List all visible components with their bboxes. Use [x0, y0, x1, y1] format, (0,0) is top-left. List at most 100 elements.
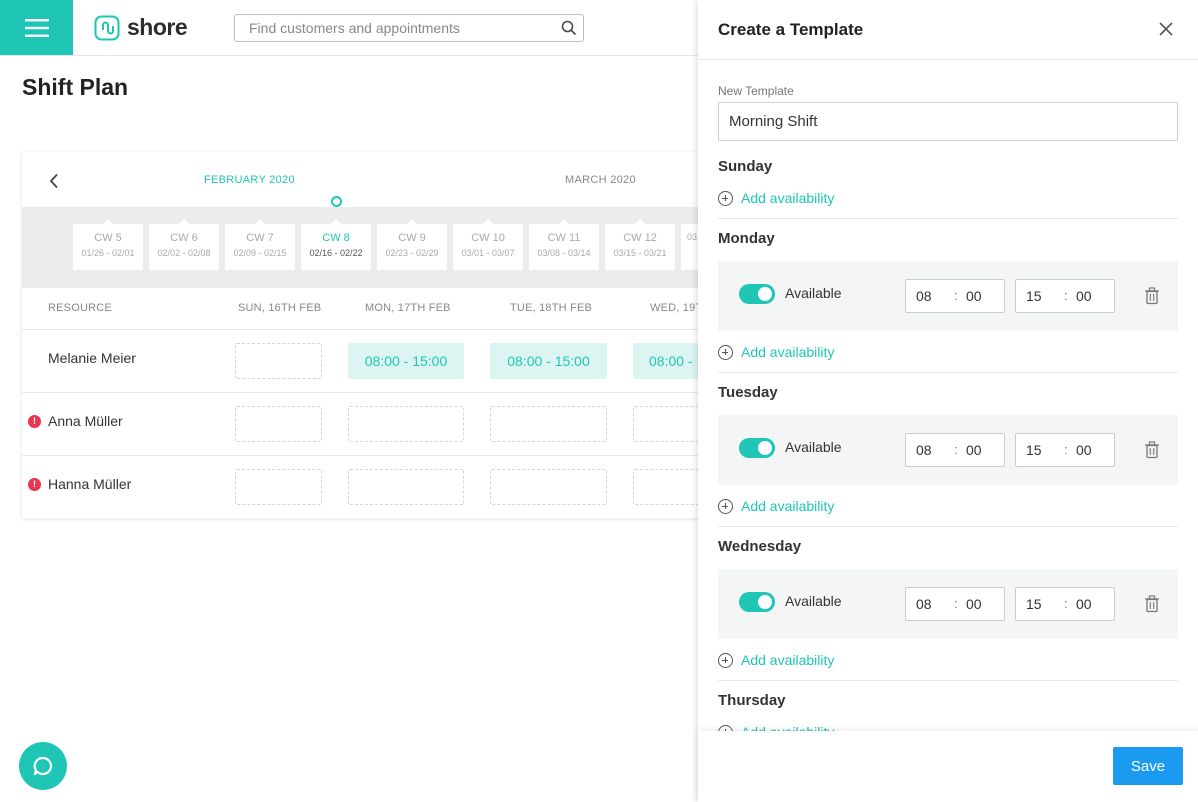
search-input[interactable]: [235, 15, 555, 41]
column-header-mon: MON, 17TH FEB: [365, 302, 451, 314]
template-name-input[interactable]: [718, 102, 1178, 141]
shift-slot[interactable]: [490, 406, 607, 442]
shift-slot[interactable]: 08:00 - 15:00: [348, 343, 464, 379]
week-chip-cw7[interactable]: CW 7 02/09 - 02/15: [225, 219, 295, 270]
end-hour-input[interactable]: [1026, 588, 1056, 620]
previous-month-button[interactable]: [44, 170, 64, 192]
end-minute-input[interactable]: [1076, 280, 1106, 312]
available-label: Available: [785, 439, 842, 455]
week-dates: 03/01 - 03/07: [461, 248, 515, 258]
week-number: CW 11: [547, 232, 581, 244]
resource-row: Melanie Meier 08:00 - 15:00 08:00 - 15:0…: [22, 330, 722, 393]
week-number: CW 10: [471, 232, 505, 244]
add-availability-label: Add availability: [741, 498, 835, 514]
month-label-march: MARCH 2020: [565, 174, 636, 186]
shift-slot[interactable]: [348, 469, 464, 505]
divider: [718, 218, 1178, 219]
time-separator: :: [954, 596, 958, 611]
start-minute-input[interactable]: [966, 588, 996, 620]
app-root: shore Shift Plan FEBRUARY 2020 MARCH 202…: [0, 0, 1198, 802]
day-title-wednesday: Wednesday: [718, 538, 802, 555]
start-time-field: :: [905, 433, 1005, 467]
close-icon: [1159, 22, 1173, 36]
week-dates: 03/15 - 03/21: [613, 248, 667, 258]
column-header-wed: WED, 19T: [650, 302, 703, 314]
week-chip-cw9[interactable]: CW 9 02/23 - 02/29: [377, 219, 447, 270]
week-chip-cw6[interactable]: CW 6 02/02 - 02/08: [149, 219, 219, 270]
add-availability-sunday[interactable]: Add availability: [718, 190, 834, 206]
start-time-field: :: [905, 279, 1005, 313]
add-availability-tuesday[interactable]: Add availability: [718, 498, 834, 514]
start-minute-input[interactable]: [966, 434, 996, 466]
week-dates: 02/16 - 02/22: [309, 248, 363, 258]
week-chip-cw8[interactable]: CW 8 02/16 - 02/22: [301, 219, 371, 270]
shore-logo[interactable]: shore: [94, 14, 188, 41]
week-chip-cw11[interactable]: CW 11 03/08 - 03/14: [529, 219, 599, 270]
week-dates: 02/09 - 02/15: [233, 248, 287, 258]
resource-row: ! Anna Müller: [22, 393, 722, 456]
warning-icon[interactable]: !: [28, 415, 41, 428]
divider: [718, 526, 1178, 527]
shift-slot[interactable]: [348, 406, 464, 442]
available-toggle[interactable]: [739, 438, 775, 458]
start-hour-input[interactable]: [916, 280, 946, 312]
shift-slot[interactable]: [490, 469, 607, 505]
week-number: CW 12: [623, 232, 657, 244]
column-header-sun: SUN, 16TH FEB: [238, 302, 322, 314]
chevron-left-icon: [49, 173, 58, 189]
template-name-label: New Template: [718, 84, 794, 98]
search-icon[interactable]: [555, 20, 583, 36]
close-button[interactable]: [1157, 20, 1175, 38]
end-minute-input[interactable]: [1076, 434, 1106, 466]
warning-icon[interactable]: !: [28, 478, 41, 491]
add-availability-wednesday[interactable]: Add availability: [718, 652, 834, 668]
availability-row: Available : :: [718, 261, 1178, 331]
shift-slot[interactable]: 08:00 - 15:00: [490, 343, 607, 379]
resource-name[interactable]: Anna Müller: [48, 413, 123, 429]
hamburger-icon: [24, 18, 49, 37]
week-chip-cw12[interactable]: CW 12 03/15 - 03/21: [605, 219, 675, 270]
start-minute-input[interactable]: [966, 280, 996, 312]
shift-slot[interactable]: [235, 343, 322, 379]
add-availability-thursday[interactable]: Add availability: [718, 724, 834, 731]
add-availability-label: Add availability: [741, 724, 834, 731]
week-dates: 01/26 - 02/01: [81, 248, 135, 258]
save-button[interactable]: Save: [1113, 747, 1183, 785]
shift-slot[interactable]: [235, 406, 322, 442]
week-chip-cw5[interactable]: CW 5 01/26 - 02/01: [73, 219, 143, 270]
week-chip-cw10[interactable]: CW 10 03/01 - 03/07: [453, 219, 523, 270]
start-hour-input[interactable]: [916, 588, 946, 620]
time-separator: :: [1064, 442, 1068, 457]
add-availability-label: Add availability: [741, 344, 835, 360]
available-toggle[interactable]: [739, 284, 775, 304]
available-toggle[interactable]: [739, 592, 775, 612]
divider: [718, 372, 1178, 373]
panel-title: Create a Template: [718, 20, 864, 39]
time-separator: :: [954, 442, 958, 457]
trash-icon[interactable]: [1144, 441, 1160, 459]
add-availability-monday[interactable]: Add availability: [718, 344, 834, 360]
day-title-thursday: Thursday: [718, 692, 786, 709]
day-title-tuesday: Tuesday: [718, 384, 778, 401]
create-template-panel: Create a Template New Template Sunday Ad…: [698, 0, 1198, 802]
hamburger-menu-button[interactable]: [0, 0, 73, 55]
resource-name[interactable]: Melanie Meier: [48, 350, 136, 366]
trash-icon[interactable]: [1144, 287, 1160, 305]
plus-circle-icon: [718, 190, 733, 206]
availability-row: Available : :: [718, 415, 1178, 485]
chat-button[interactable]: [19, 742, 67, 790]
time-separator: :: [954, 288, 958, 303]
trash-icon[interactable]: [1144, 595, 1160, 613]
end-minute-input[interactable]: [1076, 588, 1106, 620]
shift-slot[interactable]: [235, 469, 322, 505]
end-time-field: :: [1015, 587, 1115, 621]
week-number: CW 9: [398, 232, 426, 244]
time-separator: :: [1064, 288, 1068, 303]
month-label-february: FEBRUARY 2020: [204, 174, 295, 186]
panel-header: Create a Template: [698, 0, 1198, 60]
resource-name[interactable]: Hanna Müller: [48, 476, 131, 492]
start-hour-input[interactable]: [916, 434, 946, 466]
column-header-resource: RESOURCE: [48, 302, 112, 314]
end-hour-input[interactable]: [1026, 434, 1056, 466]
end-hour-input[interactable]: [1026, 280, 1056, 312]
